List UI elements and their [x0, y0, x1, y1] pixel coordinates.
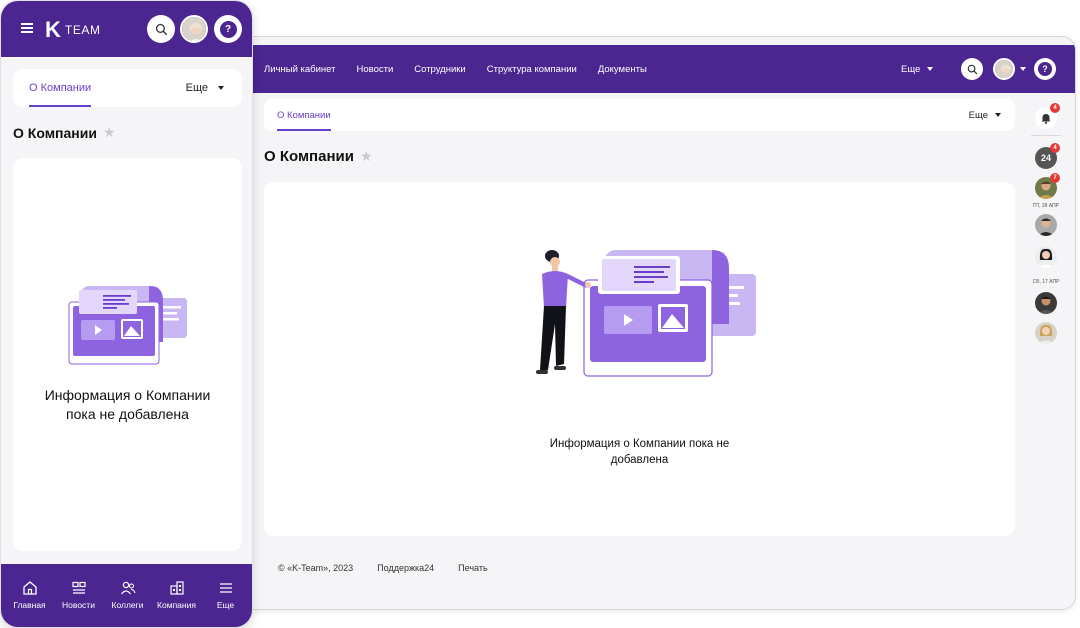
- logo-k-mark: K: [45, 17, 61, 42]
- nav-more-label: Еще: [901, 63, 921, 75]
- rail-divider: [1031, 135, 1061, 136]
- desktop-top-navbar: Личный кабинет Новости Сотрудники Структ…: [241, 45, 1075, 93]
- news-icon: [71, 581, 86, 594]
- nav-item-news[interactable]: Новости: [356, 64, 393, 75]
- user-avatar[interactable]: [180, 15, 208, 43]
- help-button[interactable]: ?: [1034, 58, 1056, 80]
- star-icon[interactable]: ★: [103, 124, 116, 141]
- right-sidebar-rail: 4 24 4 7 ПТ, 28 АПР СБ, 17 АПР: [1025, 93, 1075, 609]
- bottom-nav-company[interactable]: Компания: [153, 580, 201, 627]
- empty-state-message: Информация о Компании пока не добавлена: [13, 386, 242, 424]
- page-title-text: О Компании: [13, 124, 97, 141]
- desktop-content-card: Информация о Компании пока не добавлена: [264, 182, 1015, 536]
- screenshot-stage: Личный кабинет Новости Сотрудники Структ…: [0, 0, 1080, 628]
- tab-more-dropdown[interactable]: Еще: [186, 69, 224, 107]
- empty-state-illustration: [68, 286, 187, 365]
- avatar-chevron-icon[interactable]: [1020, 67, 1026, 71]
- desktop-main-nav: Личный кабинет Новости Сотрудники Структ…: [264, 45, 647, 93]
- app-logo[interactable]: K TEAM: [45, 17, 101, 43]
- user-avatar[interactable]: [993, 58, 1015, 80]
- b24-badge: 4: [1050, 143, 1060, 153]
- buildings-icon: [169, 581, 184, 595]
- mobile-window: K TEAM ? О Компании Еще О Компании ★ Инф…: [0, 0, 253, 628]
- avatar-image: [1035, 214, 1057, 236]
- logo-text: TEAM: [64, 23, 101, 37]
- notifications-badge: 4: [1050, 103, 1060, 113]
- bottom-nav-news[interactable]: Новости: [55, 580, 103, 627]
- rail-date-label: ПТ, 28 АПР: [1032, 203, 1060, 209]
- avatar-image: [1035, 292, 1057, 314]
- tab-more-label: Еще: [185, 82, 208, 94]
- desktop-page-title: О Компании ★: [264, 148, 373, 165]
- mobile-content-card: Информация о Компании пока не добавлена: [13, 158, 242, 551]
- rail-contact-avatar[interactable]: [1035, 214, 1057, 236]
- contact-badge: 7: [1050, 173, 1060, 183]
- footer-copyright: © «K-Team», 2023: [278, 563, 354, 573]
- mobile-bottom-nav: Главная Новости Коллеги Компания Еще: [1, 564, 252, 627]
- empty-message-line-2: пока не добавлена: [66, 406, 189, 422]
- footer-print-link[interactable]: Печать: [458, 563, 487, 573]
- bottom-nav-label: Главная: [13, 600, 46, 610]
- footer-support-link[interactable]: Поддержка24: [377, 563, 434, 573]
- desktop-tabs-bar: О Компании Еще: [264, 99, 1015, 131]
- rail-contact-avatar[interactable]: [1035, 292, 1057, 314]
- tab-about-company[interactable]: О Компании: [29, 69, 92, 107]
- mobile-page-title: О Компании ★: [13, 124, 116, 141]
- search-icon: [967, 64, 977, 74]
- tab-more-label: Еще: [968, 109, 988, 121]
- more-lines-icon: [219, 583, 232, 593]
- avatar-image: [1035, 246, 1057, 268]
- bottom-nav-more[interactable]: Еще: [202, 580, 250, 627]
- avatar-image: [182, 17, 206, 41]
- nav-more-dropdown[interactable]: Еще: [901, 45, 934, 93]
- nav-item-employees[interactable]: Сотрудники: [414, 64, 465, 75]
- empty-state-illustration: [536, 250, 756, 377]
- rail-date-label: СБ, 17 АПР: [1032, 279, 1060, 285]
- bottom-nav-label: Еще: [216, 600, 235, 610]
- nav-item-company-structure[interactable]: Структура компании: [487, 64, 577, 75]
- bottom-nav-colleagues[interactable]: Коллеги: [104, 580, 152, 627]
- avatar-image: [995, 60, 1013, 78]
- chevron-down-icon: [927, 67, 934, 71]
- home-icon: [22, 581, 37, 595]
- search-button[interactable]: [961, 58, 983, 80]
- bottom-nav-label: Новости: [62, 600, 95, 610]
- nav-item-personal-cabinet[interactable]: Личный кабинет: [264, 64, 335, 75]
- bell-icon: [1041, 113, 1051, 124]
- desktop-window: Личный кабинет Новости Сотрудники Структ…: [240, 36, 1076, 610]
- bottom-nav-label: Коллеги: [111, 600, 144, 610]
- rail-contact-avatar[interactable]: [1035, 246, 1057, 268]
- bottom-nav-label: Компания: [157, 600, 196, 610]
- avatar-image: [1035, 322, 1057, 344]
- search-icon: [155, 23, 167, 35]
- nav-item-documents[interactable]: Документы: [598, 64, 647, 75]
- chevron-down-icon: [218, 86, 224, 90]
- empty-message-line-1: Информация о Компании: [44, 387, 211, 403]
- chevron-down-icon: [995, 113, 1001, 117]
- empty-state-message: Информация о Компании пока не добавлена: [549, 438, 730, 466]
- star-icon[interactable]: ★: [360, 148, 373, 165]
- help-icon: ?: [1038, 62, 1052, 76]
- search-button[interactable]: [147, 15, 175, 43]
- menu-icon[interactable]: [21, 23, 33, 36]
- bottom-nav-home[interactable]: Главная: [6, 580, 54, 627]
- mobile-tabs-bar: О Компании Еще: [13, 69, 242, 107]
- help-button[interactable]: ?: [214, 15, 242, 43]
- people-icon: [120, 581, 136, 595]
- page-title-text: О Компании: [264, 148, 354, 165]
- tab-about-company[interactable]: О Компании: [277, 99, 331, 131]
- tab-more-dropdown[interactable]: Еще: [969, 99, 1001, 131]
- desktop-footer: © «K-Team», 2023 Поддержка24 Печать: [278, 563, 488, 573]
- rail-contact-avatar[interactable]: [1035, 322, 1057, 344]
- help-icon: ?: [219, 20, 237, 38]
- mobile-top-bar: K TEAM ?: [1, 1, 252, 57]
